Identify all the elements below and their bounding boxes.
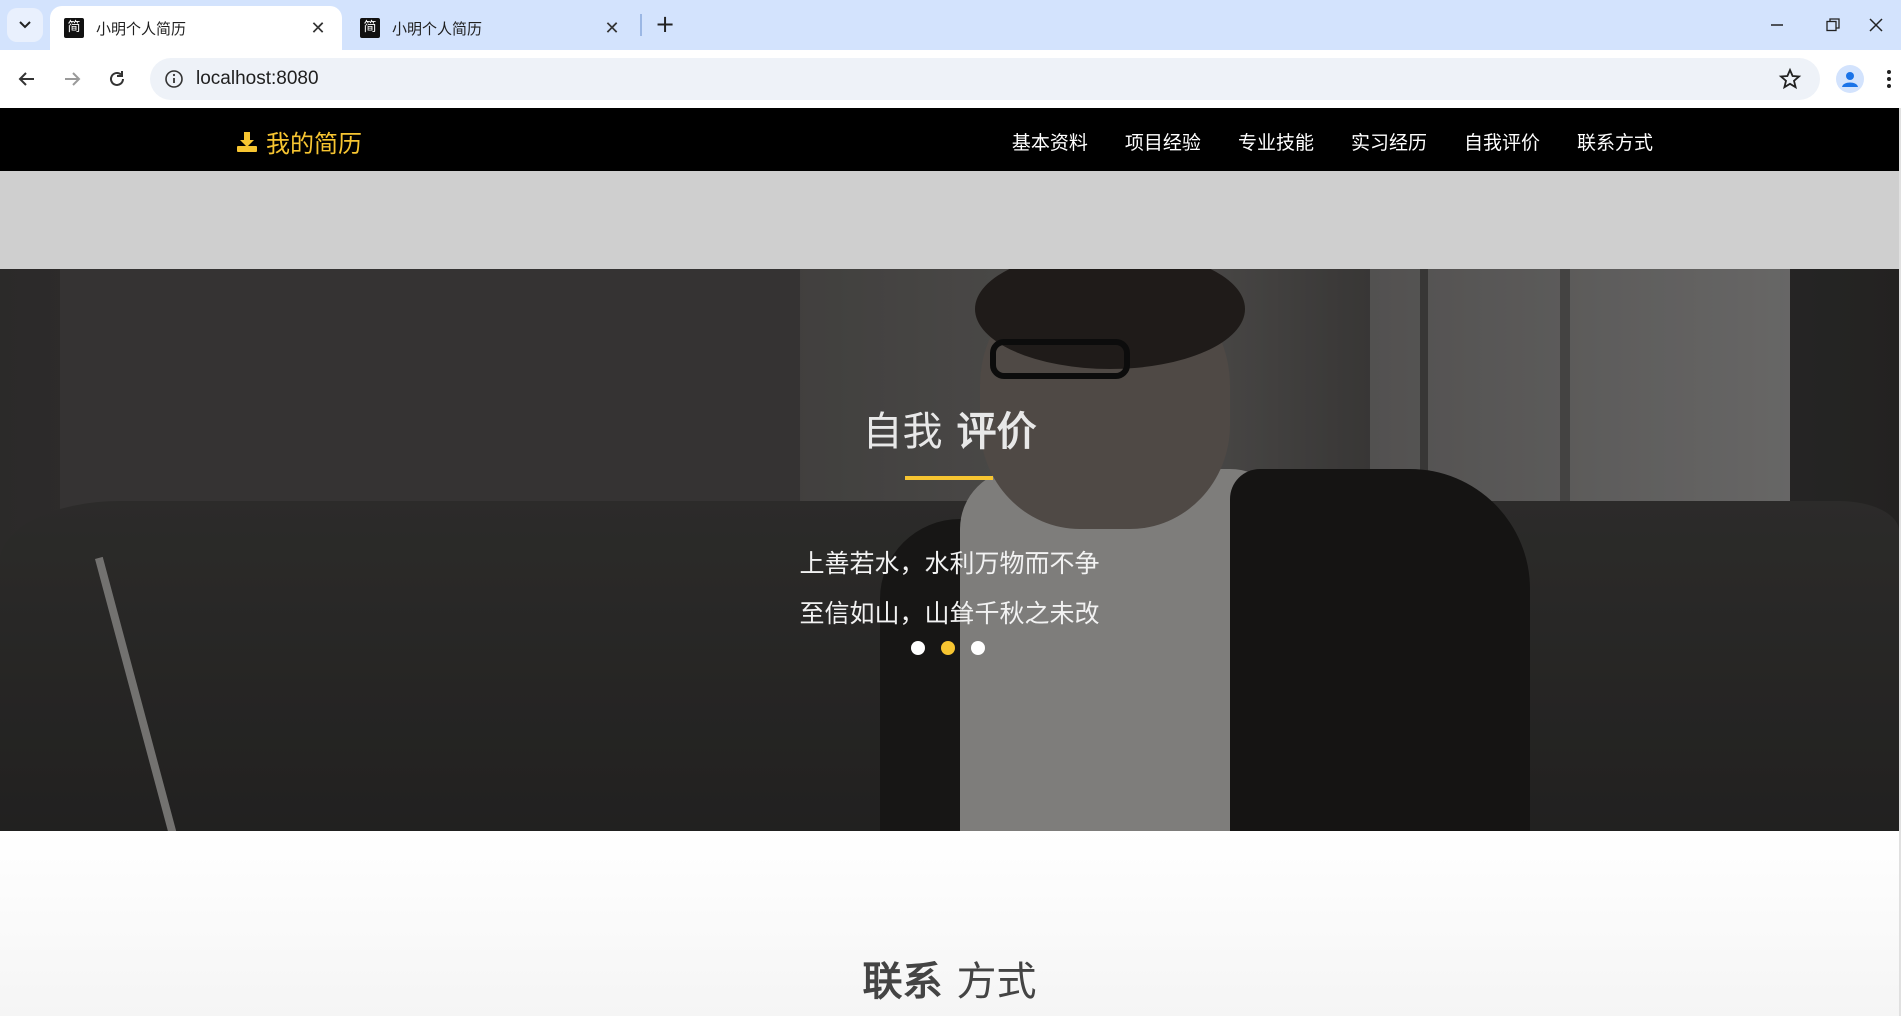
minimize-icon [1771, 24, 1783, 26]
contact-section: 联系 方式 [0, 831, 1899, 1016]
person-icon [1842, 72, 1858, 87]
close-window-button[interactable] [1851, 8, 1901, 42]
menu-item-skills[interactable]: 专业技能 [1238, 128, 1314, 155]
hero-title-bold: 评价 [956, 409, 1037, 455]
download-icon [237, 131, 257, 152]
reload-button[interactable] [99, 61, 135, 97]
menu-item-basic-info[interactable]: 基本资料 [1012, 128, 1088, 155]
contact-title-light: 方式 [956, 959, 1037, 1005]
url-text[interactable]: localhost:8080 [196, 68, 319, 90]
carousel-dot[interactable] [971, 641, 985, 655]
menu-item-contact[interactable]: 联系方式 [1577, 128, 1653, 155]
favicon-icon: 简 [64, 18, 84, 38]
close-icon[interactable]: ✕ [308, 18, 328, 39]
carousel-dot-active[interactable] [941, 641, 955, 655]
browser-menu-icon[interactable] [1882, 65, 1896, 93]
hero-carousel: 自我 评价 上善若水，水利万物而不争 至信如山，山耸千秋之未改 [0, 269, 1899, 831]
brand-link[interactable]: 我的简历 [236, 124, 362, 159]
hero-title: 自我 评价 [0, 399, 1899, 457]
chevron-down-icon [19, 21, 31, 29]
gray-band [0, 171, 1899, 269]
menu-item-internship[interactable]: 实习经历 [1351, 128, 1427, 155]
contact-title-bold: 联系 [862, 959, 943, 1005]
browser-toolbar: localhost:8080 [0, 50, 1901, 108]
arrow-right-icon [65, 72, 81, 86]
hero-text: 上善若水，水利万物而不争 至信如山，山耸千秋之未改 [0, 539, 1899, 639]
brand-text: 我的简历 [266, 130, 362, 158]
arrow-left-icon [18, 72, 34, 86]
tab-title: 小明个人简历 [392, 19, 483, 38]
favicon-icon: 简 [360, 18, 380, 38]
browser-tab-inactive[interactable]: 简 小明个人简历 ✕ [346, 6, 636, 50]
minimize-button[interactable] [1752, 8, 1802, 42]
info-icon[interactable] [164, 69, 184, 89]
hero-title-light: 自我 [862, 409, 943, 455]
browser-tabstrip: 简 小明个人简历 ✕ 简 小明个人简历 ✕ + [0, 0, 1901, 50]
carousel-indicators [911, 641, 1001, 655]
contact-title: 联系 方式 [0, 949, 1899, 1007]
menu-item-projects[interactable]: 项目经验 [1125, 128, 1201, 155]
close-icon[interactable]: ✕ [602, 18, 622, 39]
site-menu: 基本资料 项目经验 专业技能 实习经历 自我评价 联系方式 [975, 128, 1653, 155]
tab-separator [640, 14, 642, 36]
site-navbar: 我的简历 基本资料 项目经验 专业技能 实习经历 自我评价 联系方式 [0, 108, 1899, 171]
hero-title-underline [905, 476, 993, 480]
hero-line: 至信如山，山耸千秋之未改 [799, 599, 1100, 628]
tab-search-button[interactable] [7, 8, 43, 42]
browser-tab-active[interactable]: 简 小明个人简历 ✕ [50, 6, 342, 50]
menu-item-self-evaluation[interactable]: 自我评价 [1464, 128, 1540, 155]
page-viewport: 我的简历 基本资料 项目经验 专业技能 实习经历 自我评价 联系方式 自我评价 [0, 108, 1901, 1016]
back-button[interactable] [9, 61, 45, 97]
restore-icon [1826, 18, 1840, 32]
close-icon [1869, 18, 1883, 32]
reload-icon [110, 71, 124, 86]
hero-line: 上善若水，水利万物而不争 [799, 549, 1100, 578]
bookmark-star-icon[interactable] [1778, 67, 1802, 91]
new-tab-button[interactable]: + [650, 10, 680, 40]
carousel-dot[interactable] [911, 641, 925, 655]
profile-avatar-icon[interactable] [1836, 65, 1864, 93]
address-bar[interactable]: localhost:8080 [150, 58, 1820, 100]
tab-title: 小明个人简历 [96, 19, 187, 38]
forward-button[interactable] [54, 61, 90, 97]
